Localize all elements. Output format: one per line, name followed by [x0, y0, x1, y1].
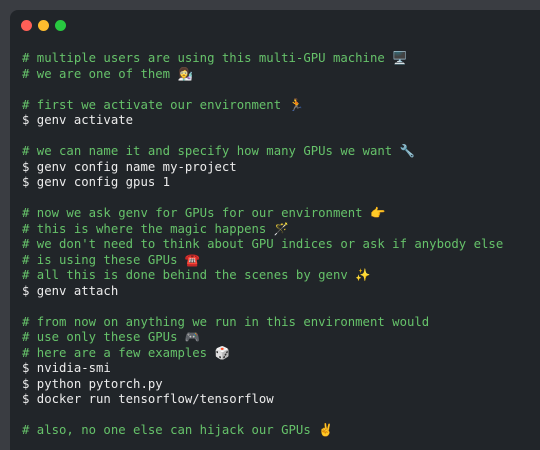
comment-text: # we are one of them [22, 66, 171, 81]
command-line: $ genv config gpus 1 [22, 175, 503, 191]
comment-line: # we don't need to think about GPU indic… [22, 237, 503, 253]
close-icon[interactable] [21, 20, 32, 31]
command-line: $ genv activate [22, 113, 503, 129]
command-text: $ genv activate [22, 113, 134, 127]
emoji-icon: 🎲 [207, 345, 230, 360]
command-line: $ python pytorch.py [22, 377, 503, 393]
terminal-output[interactable]: # multiple users are using this multi-GP… [22, 51, 503, 439]
emoji-icon: 🎮 [177, 330, 201, 344]
comment-line: # first we activate our environment 🏃 [22, 98, 503, 114]
emoji-icon: ✨ [347, 268, 371, 282]
title-bar [10, 10, 540, 40]
command-text: $ python pytorch.py [22, 376, 163, 391]
emoji-icon: ✌️ [310, 423, 334, 437]
emoji-icon: 🏃 [281, 97, 304, 112]
comment-text: # we don't need to think about GPU indic… [22, 237, 504, 251]
comment-line: # here are a few examples 🎲 [22, 346, 503, 362]
comment-text: # multiple users are using this multi-GP… [22, 51, 385, 65]
comment-text: # first we activate our environment [22, 97, 282, 112]
terminal-window: # multiple users are using this multi-GP… [10, 10, 540, 450]
comment-text: # here are a few examples [22, 345, 208, 360]
comment-line: # also, no one else can hijack our GPUs … [22, 423, 503, 439]
emoji-icon: 🔧 [392, 144, 415, 158]
zoom-icon[interactable] [55, 20, 66, 31]
emoji-icon: ☎️ [177, 252, 201, 267]
comment-line: # this is where the magic happens 🪄 [22, 222, 503, 238]
comment-text: # also, no one else can hijack our GPUs [22, 423, 311, 437]
command-text: $ genv config name my-project [22, 159, 237, 174]
command-text: $ genv config gpus 1 [22, 175, 171, 189]
comment-line: # all this is done behind the scenes by … [22, 268, 503, 284]
comment-text: # we can name it and specify how many GP… [22, 144, 393, 158]
command-line: $ genv attach [22, 284, 503, 300]
comment-text: # from now on anything we run in this en… [22, 314, 430, 329]
comment-text: # use only these GPUs [22, 330, 178, 344]
emoji-icon: 🪄 [266, 221, 290, 236]
command-text: $ docker run tensorflow/tensorflow [22, 392, 274, 406]
command-line: $ genv config name my-project [22, 160, 503, 176]
command-line: $ docker run tensorflow/tensorflow [22, 392, 503, 408]
comment-line: # now we ask genv for GPUs for our envir… [22, 206, 503, 222]
comment-line: # multiple users are using this multi-GP… [22, 51, 503, 67]
emoji-icon: 👩‍🔬 [170, 66, 193, 81]
comment-line: # is using these GPUs ☎️ [22, 253, 503, 269]
comment-text: # is using these GPUs [22, 252, 178, 267]
command-line: $ nvidia-smi [22, 361, 503, 377]
command-text: $ genv attach [22, 283, 119, 298]
comment-line: # we can name it and specify how many GP… [22, 144, 503, 160]
emoji-icon: 🖥️ [384, 51, 408, 65]
comment-line: # from now on anything we run in this en… [22, 315, 503, 331]
comment-text: # now we ask genv for GPUs for our envir… [22, 206, 363, 220]
comment-text: # all this is done behind the scenes by … [22, 268, 348, 282]
comment-line: # we are one of them 👩‍🔬 [22, 67, 503, 83]
comment-line: # use only these GPUs 🎮 [22, 330, 503, 346]
comment-text: # this is where the magic happens [22, 221, 267, 236]
emoji-icon: 👉 [362, 206, 386, 220]
minimize-icon[interactable] [38, 20, 49, 31]
command-text: $ nvidia-smi [22, 361, 111, 375]
